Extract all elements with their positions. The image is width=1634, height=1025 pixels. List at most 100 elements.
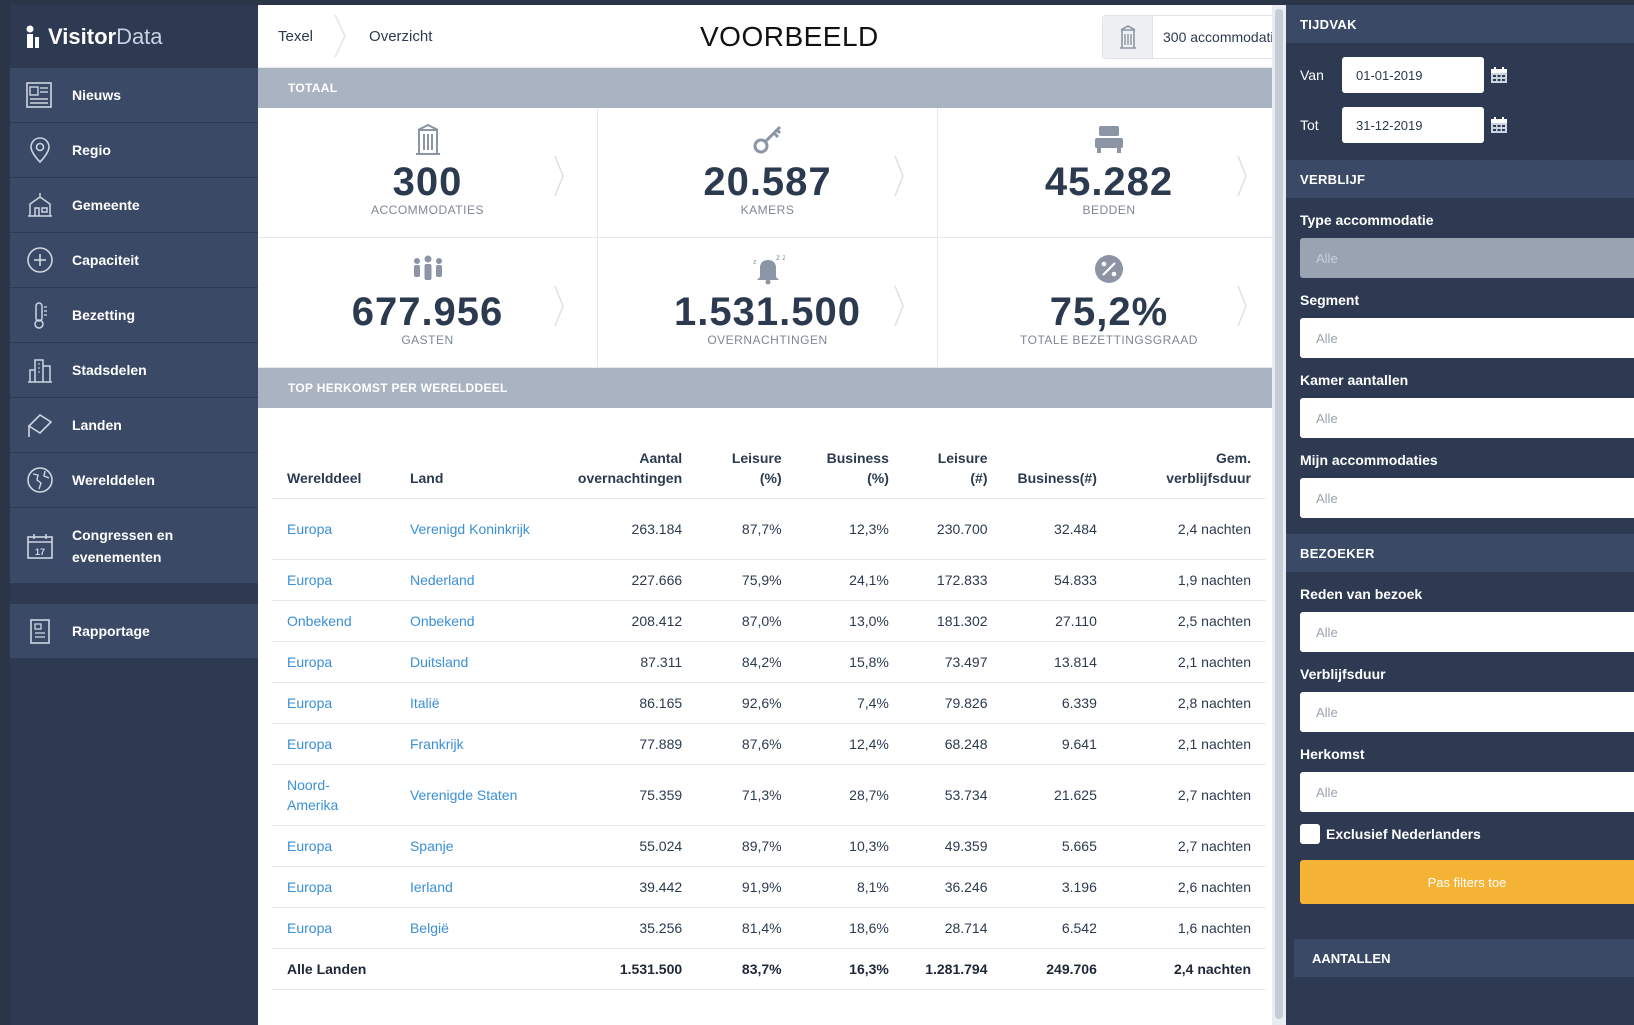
kamer-aantallen-select[interactable]: Alle (1300, 398, 1634, 438)
cell-land[interactable]: Onbekend (394, 600, 558, 642)
sidebar-item-gemeente[interactable]: Gemeente (10, 178, 258, 233)
type-accommodatie-select[interactable]: Alle (1300, 238, 1634, 278)
cell-business-num: 27.110 (1002, 600, 1112, 642)
col-business-pct[interactable]: Business (%) (796, 426, 904, 499)
sidebar-item-stadsdelen[interactable]: Stadsdelen (10, 343, 258, 398)
sidebar-item-label: Werelddelen (72, 472, 155, 488)
sidebar-item-nieuws[interactable]: Nieuws (10, 68, 258, 123)
herkomst-select[interactable]: Alle (1300, 772, 1634, 812)
building-icon (414, 122, 442, 156)
key-icon (752, 122, 784, 156)
sidebar-item-congressen[interactable]: 17 Congressen en evenementen (10, 508, 258, 584)
main-scrollbar[interactable] (1272, 5, 1286, 1025)
cell-werelddeel[interactable]: Europa (272, 866, 395, 908)
cell-verblijfsduur: 2,7 nachten (1111, 764, 1266, 826)
cell-land[interactable]: Verenigde Staten (394, 764, 558, 826)
col-werelddeel[interactable]: Werelddeel (272, 426, 395, 499)
table-total-row: Alle Landen 1.531.500 83,7% 16,3% 1.281.794 2… (272, 948, 1266, 990)
col-verblijfsduur-label: Gem. verblijfsduur (1166, 449, 1251, 486)
cell-land[interactable]: België (394, 907, 558, 949)
accommodations-count: 300 accommodaties (1163, 29, 1289, 45)
to-date-input[interactable]: 31-12-2019 (1342, 107, 1484, 143)
calendar-icon[interactable] (1490, 116, 1508, 134)
stat-gasten[interactable]: 677.956 GASTEN (258, 238, 598, 368)
cell-land[interactable]: Italië (394, 682, 558, 724)
sidebar-item-regio[interactable]: Regio (10, 123, 258, 178)
sidebar-item-bezetting[interactable]: Bezetting (10, 288, 258, 343)
cell-werelddeel[interactable]: Europa (272, 641, 395, 683)
mijn-accommodaties-select[interactable]: Alle (1300, 478, 1634, 518)
svg-text:17: 17 (35, 547, 45, 557)
stat-label: OVERNACHTINGEN (707, 333, 828, 347)
exclusief-label: Exclusief Nederlanders (1326, 826, 1481, 842)
cell-werelddeel[interactable]: Europa (272, 682, 395, 724)
cell-overnachtingen: 39.442 (557, 866, 698, 908)
sidebar-item-landen[interactable]: Landen (10, 398, 258, 453)
stat-overnachtingen[interactable]: z z z 1.531.500 OVERNACHTINGEN (598, 238, 938, 368)
breadcrumb-overzicht[interactable]: Overzicht (349, 5, 452, 68)
chevron-right-icon[interactable] (1236, 154, 1248, 198)
cell-business-num: 21.625 (1002, 764, 1112, 826)
cell-werelddeel[interactable]: Onbekend (272, 600, 395, 642)
from-label: Van (1300, 67, 1324, 83)
panel-section-aantallen[interactable]: AANTALLEN (1294, 939, 1634, 977)
cell-leisure-num: 181.302 (903, 600, 1003, 642)
stat-bezettingsgraad[interactable]: 75,2% TOTALE BEZETTINGSGRAAD (938, 238, 1280, 368)
calendar-icon[interactable] (1490, 66, 1508, 84)
verblijfsduur-select[interactable]: Alle (1300, 692, 1634, 732)
sidebar-item-capaciteit[interactable]: Capaciteit (10, 233, 258, 288)
cell-overnachtingen: 1.531.500 (557, 948, 698, 990)
table-row: Europa Nederland 227.666 75,9% 24,1% 172.833 5… (272, 559, 1266, 601)
percent-icon (1093, 252, 1125, 286)
stat-kamers[interactable]: 20.587 KAMERS (598, 108, 938, 238)
stat-bedden[interactable]: 45.282 BEDDEN (938, 108, 1280, 238)
cell-leisure-num: 1.281.794 (903, 948, 1003, 990)
stat-value: 677.956 (351, 290, 504, 334)
col-business-num[interactable]: Business(#) (1002, 426, 1112, 499)
chevron-right-icon[interactable] (893, 154, 905, 198)
cell-land[interactable]: Spanje (394, 825, 558, 867)
from-date-input[interactable]: 01-01-2019 (1342, 57, 1484, 93)
reden-select[interactable]: Alle (1300, 612, 1634, 652)
breadcrumb-texel[interactable]: Texel (258, 5, 333, 68)
exclusief-nederlanders-toggle[interactable]: Exclusief Nederlanders (1286, 824, 1634, 844)
chevron-right-icon[interactable] (553, 284, 565, 328)
chevron-right-icon[interactable] (553, 154, 565, 198)
cell-werelddeel[interactable]: Europa (272, 723, 395, 765)
col-leisure-pct[interactable]: Leisure (%) (697, 426, 797, 499)
cell-werelddeel[interactable]: Europa (272, 907, 395, 949)
col-land[interactable]: Land (394, 426, 558, 499)
cell-leisure-num: 68.248 (903, 723, 1003, 765)
segment-select[interactable]: Alle (1300, 318, 1634, 358)
cell-werelddeel[interactable]: Europa (272, 498, 395, 560)
cell-land[interactable]: Ierland (394, 866, 558, 908)
cell-land[interactable]: Verenigd Koninkrijk (394, 498, 558, 560)
alarm-bell-icon: z zz (751, 252, 785, 286)
scrollbar-thumb[interactable] (1275, 9, 1283, 1019)
sidebar-item-label: Regio (72, 142, 111, 158)
herkomst-label: Herkomst (1300, 746, 1365, 762)
cell-werelddeel[interactable]: Europa (272, 559, 395, 601)
cell-business-num: 13.814 (1002, 641, 1112, 683)
exclusief-checkbox[interactable] (1300, 824, 1320, 844)
sidebar-item-rapportage[interactable]: Rapportage (10, 604, 258, 659)
col-overnachtingen[interactable]: Aantal overnachtingen (557, 426, 698, 499)
cell-overnachtingen: 87.311 (557, 641, 698, 683)
logo[interactable]: Visitor Data (10, 5, 258, 68)
cell-land[interactable]: Duitsland (394, 641, 558, 683)
chevron-right-icon[interactable] (893, 284, 905, 328)
section-top-herkomst: TOP HERKOMST PER WERELDDEEL (258, 368, 1322, 408)
stat-accommodaties[interactable]: 300 ACCOMMODATIES (258, 108, 598, 238)
apply-filters-button[interactable]: Pas filters toe (1300, 860, 1634, 904)
cell-land[interactable]: Nederland (394, 559, 558, 601)
cell-land[interactable]: Frankrijk (394, 723, 558, 765)
stat-value: 20.587 (703, 160, 832, 204)
col-leisure-num[interactable]: Leisure (#) (903, 426, 1003, 499)
cell-werelddeel[interactable]: Noord-Amerika (272, 764, 395, 826)
sidebar-item-werelddelen[interactable]: Werelddelen (10, 453, 258, 508)
cell-business-num: 5.665 (1002, 825, 1112, 867)
cell-business-pct: 12,4% (796, 723, 904, 765)
chevron-right-icon[interactable] (1236, 284, 1248, 328)
cell-werelddeel[interactable]: Europa (272, 825, 395, 867)
col-verblijfsduur[interactable]: Gem. verblijfsduur (1111, 426, 1266, 499)
